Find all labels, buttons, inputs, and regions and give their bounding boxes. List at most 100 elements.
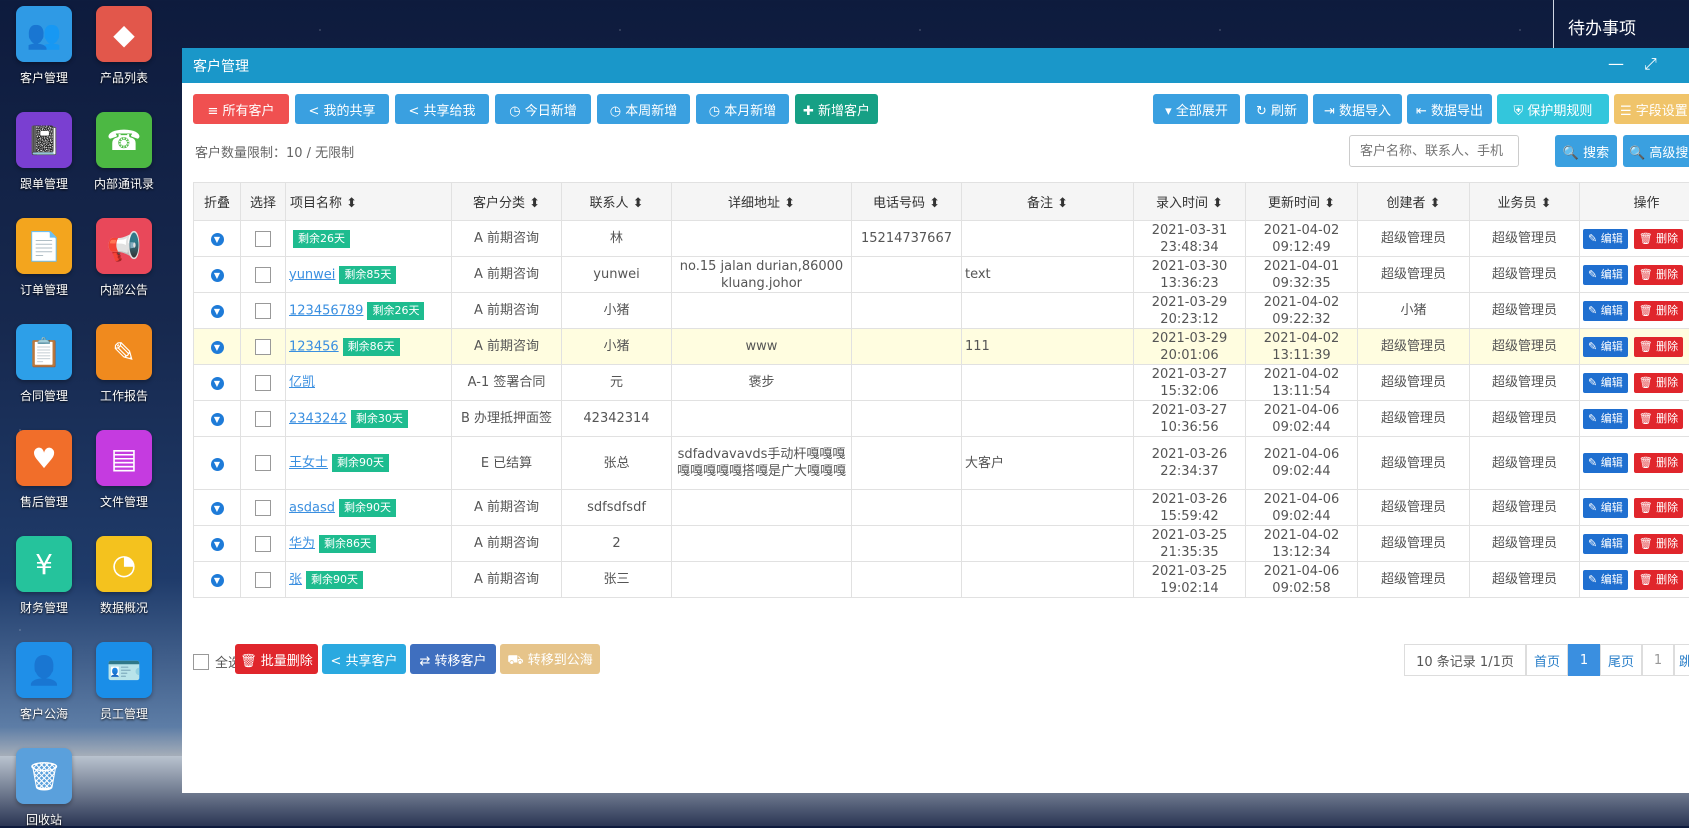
delete-button[interactable]: 🗑 删除 [1634,301,1683,321]
expand-icon[interactable]: ▼ [211,413,224,426]
expand-icon[interactable]: ▼ [211,538,224,551]
todo-label[interactable]: 待办事项 [1553,0,1689,48]
desktop-icon[interactable]: 👥客户管理 [0,6,88,86]
delete-button[interactable]: 🗑 删除 [1634,570,1683,590]
edit-button[interactable]: ✎ 编辑 [1583,534,1628,554]
desktop-icon[interactable]: ¥财务管理 [0,536,88,616]
table-row[interactable]: ▼yunwei剩余85天A 前期咨询yunweino.15 jalan duri… [194,257,1689,293]
select-cell[interactable] [241,257,286,293]
project-name-link[interactable]: 亿凯 [289,375,315,390]
advanced-search-button[interactable]: 🔍 高级搜索 [1623,135,1689,167]
edit-button[interactable]: ✎ 编辑 [1583,229,1628,249]
row-checkbox[interactable] [255,536,271,552]
edit-button[interactable]: ✎ 编辑 [1583,301,1628,321]
table-row[interactable]: ▼asdasd剩余90天A 前期咨询sdfsdfsdf2021-03-26 15… [194,490,1689,526]
toolbar-button[interactable]: ⛨ 保护期规则 [1497,94,1609,124]
edit-button[interactable]: ✎ 编辑 [1583,373,1628,393]
pager-first[interactable]: 首页 [1526,644,1568,676]
footer-button[interactable]: ⛟ 转移到公海 [500,644,600,674]
edit-button[interactable]: ✎ 编辑 [1583,337,1628,357]
select-cell[interactable] [241,490,286,526]
project-name-link[interactable]: yunwei [289,267,335,282]
expand-icon[interactable]: ▼ [211,458,224,471]
delete-button[interactable]: 🗑 删除 [1634,265,1683,285]
expand-icon[interactable]: ▼ [211,377,224,390]
row-checkbox[interactable] [255,455,271,471]
row-checkbox[interactable] [255,231,271,247]
pager-jump-button[interactable]: 跳转 [1674,644,1689,676]
expand-icon[interactable]: ▼ [211,305,224,318]
row-checkbox[interactable] [255,500,271,516]
column-header[interactable]: 更新时间 ⬍ [1246,183,1358,221]
desktop-icon[interactable]: ☎内部通讯录 [80,112,168,192]
toolbar-button[interactable]: ◷ 本月新增 [696,94,789,124]
toolbar-button[interactable]: ⇥ 数据导入 [1313,94,1402,124]
table-row[interactable]: ▼王女士剩余90天E 已结算张总sdfadvavavds手动杆嘎嘎嘎嘎嘎嘎嘎嘎搭… [194,437,1689,490]
footer-button[interactable]: ⇄ 转移客户 [410,644,496,674]
row-checkbox[interactable] [255,375,271,391]
desktop-icon[interactable]: 👤客户公海 [0,642,88,722]
project-name-link[interactable]: 2343242 [289,411,347,426]
expand-cell[interactable]: ▼ [194,365,241,401]
project-name-link[interactable]: asdasd [289,500,335,515]
search-button[interactable]: 🔍 搜索 [1555,135,1617,167]
expand-cell[interactable]: ▼ [194,329,241,365]
expand-cell[interactable]: ▼ [194,562,241,598]
desktop-icon[interactable]: 📋合同管理 [0,324,88,404]
select-cell[interactable] [241,329,286,365]
expand-cell[interactable]: ▼ [194,401,241,437]
table-row[interactable]: ▼123456789剩余26天A 前期咨询小猪2021-03-29 20:23:… [194,293,1689,329]
row-checkbox[interactable] [255,267,271,283]
table-row[interactable]: ▼剩余26天A 前期咨询林152147376672021-03-31 23:48… [194,221,1689,257]
footer-button[interactable]: 🗑 批量删除 [235,644,318,674]
expand-cell[interactable]: ▼ [194,221,241,257]
toolbar-button[interactable]: ✚ 新增客户 [795,94,878,124]
expand-icon[interactable]: ▼ [211,233,224,246]
window-titlebar[interactable]: 客户管理 — ⤢ [182,48,1689,83]
expand-cell[interactable]: ▼ [194,526,241,562]
select-cell[interactable] [241,562,286,598]
desktop-icon[interactable]: ♥售后管理 [0,430,88,510]
expand-cell[interactable]: ▼ [194,437,241,490]
toolbar-button[interactable]: < 我的共享 [295,94,389,124]
toolbar-button[interactable]: ↻ 刷新 [1245,94,1308,124]
edit-button[interactable]: ✎ 编辑 [1583,265,1628,285]
desktop-icon[interactable]: 📄订单管理 [0,218,88,298]
column-header[interactable]: 录入时间 ⬍ [1134,183,1246,221]
row-checkbox[interactable] [255,411,271,427]
delete-button[interactable]: 🗑 删除 [1634,409,1683,429]
delete-button[interactable]: 🗑 删除 [1634,534,1683,554]
toolbar-button[interactable]: ⇤ 数据导出 [1407,94,1492,124]
edit-button[interactable]: ✎ 编辑 [1583,453,1628,473]
select-cell[interactable] [241,526,286,562]
delete-button[interactable]: 🗑 删除 [1634,498,1683,518]
select-cell[interactable] [241,437,286,490]
pager-last[interactable]: 尾页 [1600,644,1642,676]
select-cell[interactable] [241,221,286,257]
edit-button[interactable]: ✎ 编辑 [1583,498,1628,518]
project-name-link[interactable]: 123456 [289,339,339,354]
column-header[interactable]: 业务员 ⬍ [1470,183,1580,221]
project-name-link[interactable]: 王女士 [289,456,328,471]
select-cell[interactable] [241,293,286,329]
table-row[interactable]: ▼华为剩余86天A 前期咨询22021-03-25 21:35:352021-0… [194,526,1689,562]
delete-button[interactable]: 🗑 删除 [1634,453,1683,473]
toolbar-button[interactable]: ≡ 所有客户 [193,94,289,124]
column-header[interactable]: 备注 ⬍ [962,183,1134,221]
desktop-icon[interactable]: ✎工作报告 [80,324,168,404]
toolbar-button[interactable]: ☰ 字段设置 [1614,94,1689,124]
toolbar-button[interactable]: ◷ 本周新增 [597,94,690,124]
expand-cell[interactable]: ▼ [194,490,241,526]
edit-button[interactable]: ✎ 编辑 [1583,570,1628,590]
column-header[interactable]: 详细地址 ⬍ [672,183,852,221]
expand-cell[interactable]: ▼ [194,257,241,293]
row-checkbox[interactable] [255,572,271,588]
maximize-icon[interactable]: ⤢ [1644,54,1657,74]
column-header[interactable]: 联系人 ⬍ [562,183,672,221]
delete-button[interactable]: 🗑 删除 [1634,337,1683,357]
expand-icon[interactable]: ▼ [211,502,224,515]
desktop-icon[interactable]: ▤文件管理 [80,430,168,510]
select-cell[interactable] [241,365,286,401]
select-cell[interactable] [241,401,286,437]
expand-icon[interactable]: ▼ [211,269,224,282]
